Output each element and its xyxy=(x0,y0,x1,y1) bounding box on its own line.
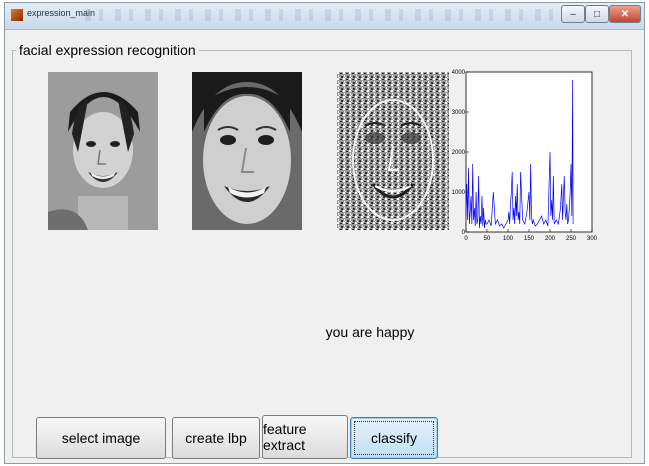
panel-title: facial expression recognition xyxy=(16,42,199,58)
y-tick-label: 1000 xyxy=(452,190,466,196)
create-lbp-button[interactable]: create lbp xyxy=(172,417,260,459)
close-button[interactable]: ✕ xyxy=(609,5,641,23)
lbp-texture-image xyxy=(337,72,449,230)
cropped-face-image xyxy=(192,72,302,230)
x-tick-label: 150 xyxy=(524,236,535,242)
title-bar-background xyxy=(85,9,555,21)
x-tick-label: 200 xyxy=(545,236,556,242)
matlab-icon xyxy=(11,9,23,21)
face-cropped-image xyxy=(192,72,302,230)
lbp-histogram-chart: 01000200030004000 0 50 100 150 200 250 300 xyxy=(452,70,598,242)
result-label: you are happy xyxy=(325,324,415,340)
y-tick-label: 2000 xyxy=(452,150,466,156)
original-image xyxy=(48,72,158,230)
x-tick-label: 100 xyxy=(503,236,514,242)
minimize-button[interactable]: – xyxy=(561,5,585,23)
x-tick-label: 50 xyxy=(484,236,491,242)
x-tick-label: 0 xyxy=(464,236,468,242)
feature-extract-button[interactable]: feature extract xyxy=(262,415,348,459)
y-tick-label: 4000 xyxy=(452,70,466,76)
lbp-image xyxy=(337,72,449,230)
classify-button[interactable]: classify xyxy=(350,417,438,459)
y-tick-label: 3000 xyxy=(452,110,466,116)
select-image-button[interactable]: select image xyxy=(36,417,166,459)
title-bar[interactable]: expression_main – □ ✕ xyxy=(5,3,644,30)
x-tick-label: 250 xyxy=(566,236,577,242)
face-original-image xyxy=(48,72,158,230)
maximize-button[interactable]: □ xyxy=(585,5,609,23)
x-tick-label: 300 xyxy=(587,236,598,242)
